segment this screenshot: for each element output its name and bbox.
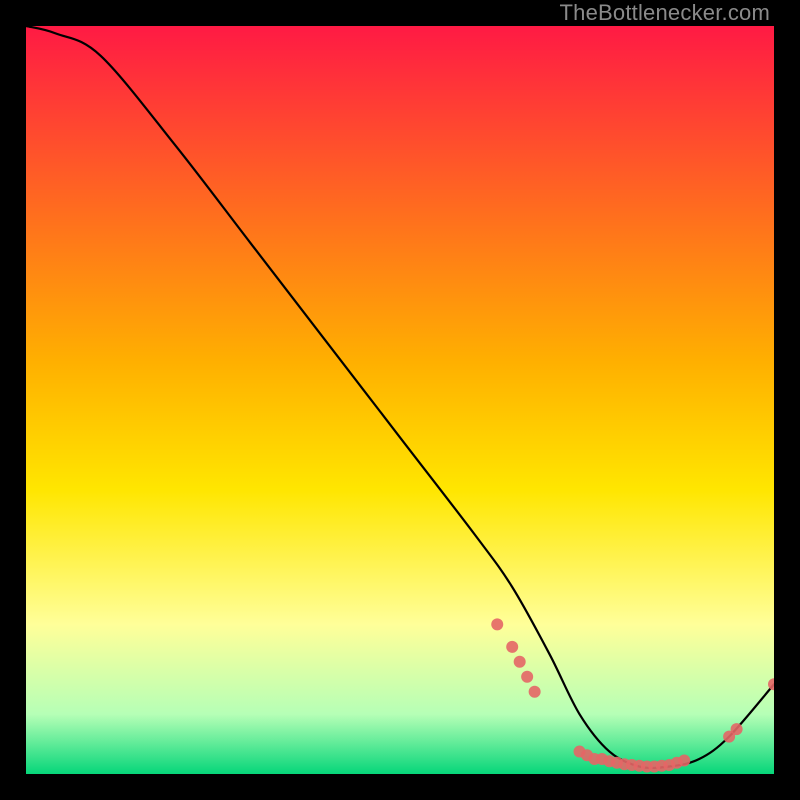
data-marker xyxy=(491,618,503,630)
data-marker xyxy=(678,755,690,767)
watermark-label: TheBottlenecker.com xyxy=(560,0,770,26)
plot-area xyxy=(26,26,774,774)
chart-viewport: TheBottlenecker.com xyxy=(0,0,800,800)
data-marker xyxy=(731,723,743,735)
data-marker xyxy=(521,671,533,683)
data-marker xyxy=(514,656,526,668)
data-marker xyxy=(506,641,518,653)
gradient-background xyxy=(26,26,774,774)
chart-svg xyxy=(26,26,774,774)
data-marker xyxy=(529,686,541,698)
